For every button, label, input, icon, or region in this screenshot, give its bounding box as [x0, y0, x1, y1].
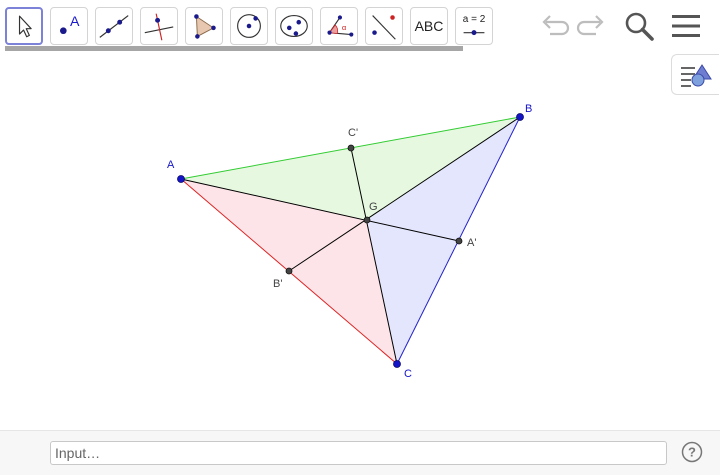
perpendicular-line-icon — [144, 13, 174, 41]
point-icon: A — [60, 14, 80, 35]
reflect-about-line-icon — [372, 15, 396, 40]
point-C[interactable] — [393, 360, 401, 368]
undo-icon — [542, 15, 570, 36]
angle-tool-letter: α — [342, 23, 347, 32]
polygon-tool-button[interactable] — [185, 7, 223, 45]
point-tool-letter: A — [70, 14, 80, 30]
label-B-prime: B' — [273, 278, 282, 290]
graphics-view[interactable]: A B C A' B' C' G — [0, 52, 720, 430]
slider-icon: a = 2 — [456, 8, 492, 44]
reflect-tool-button[interactable] — [365, 7, 403, 45]
redo-icon — [576, 15, 604, 36]
search-icon — [625, 12, 654, 41]
circle-with-center-icon — [237, 14, 261, 38]
toolbar: A α ABC a = 2 — [0, 0, 720, 52]
polygon-icon — [194, 14, 216, 39]
label-A: A — [167, 159, 175, 171]
text-tool-button[interactable]: ABC — [410, 7, 448, 45]
point-A-prime[interactable] — [455, 237, 463, 245]
ellipse-tool-button[interactable] — [275, 7, 313, 45]
perpendicular-tool-button[interactable] — [140, 7, 178, 45]
search-button[interactable] — [621, 8, 657, 44]
point-A[interactable] — [177, 175, 185, 183]
redo-button[interactable] — [574, 8, 610, 44]
label-G: G — [369, 201, 378, 213]
label-C: C — [404, 368, 412, 380]
input-bar — [0, 430, 720, 475]
hamburger-menu-icon — [672, 15, 700, 37]
move-tool-button[interactable] — [5, 7, 43, 45]
label-A-prime: A' — [467, 237, 476, 249]
text-icon: ABC — [414, 18, 444, 34]
ellipse-icon — [280, 15, 308, 37]
toolbar-scroll-indicator — [5, 46, 463, 51]
label-C-prime: C' — [348, 127, 358, 139]
line-through-points-icon — [99, 15, 129, 38]
circle-tool-button[interactable] — [230, 7, 268, 45]
input-help-button[interactable]: ? — [681, 441, 703, 463]
point-tool-button[interactable]: A — [50, 7, 88, 45]
main-menu-button[interactable] — [668, 8, 704, 44]
point-C-prime[interactable] — [347, 144, 355, 152]
line-tool-button[interactable] — [95, 7, 133, 45]
angle-icon: α — [327, 15, 354, 37]
algebra-input-field[interactable] — [50, 441, 667, 465]
angle-tool-button[interactable]: α — [320, 7, 358, 45]
point-B[interactable] — [516, 113, 524, 121]
cursor-arrow-icon — [18, 15, 32, 38]
point-G[interactable] — [363, 216, 371, 224]
point-B-prime[interactable] — [285, 267, 293, 275]
undo-button[interactable] — [536, 8, 572, 44]
label-B: B — [525, 103, 532, 115]
help-icon: ? — [681, 441, 703, 463]
svg-text:?: ? — [688, 445, 696, 460]
slider-tool-button[interactable]: a = 2 — [455, 7, 493, 45]
